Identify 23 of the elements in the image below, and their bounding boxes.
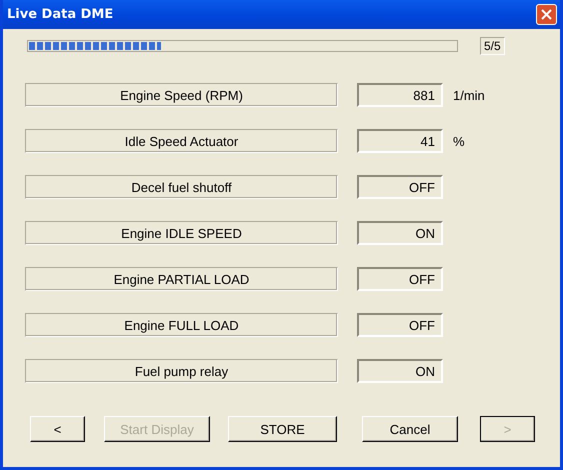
value-display: OFF: [357, 313, 443, 337]
parameter-label: Idle Speed Actuator: [25, 129, 338, 153]
dialog-button[interactable]: Cancel: [362, 416, 458, 442]
unit-label: %: [453, 134, 465, 148]
value-display: OFF: [357, 267, 443, 291]
page-counter: 5/5: [480, 37, 505, 55]
parameter-label: Decel fuel shutoff: [25, 175, 338, 199]
dialog-button[interactable]: <: [30, 416, 85, 442]
value-display: 41: [357, 129, 443, 153]
close-icon: [541, 9, 552, 20]
parameter-label: Engine PARTIAL LOAD: [25, 267, 338, 291]
parameter-label: Engine FULL LOAD: [25, 313, 338, 337]
value-display: ON: [357, 221, 443, 245]
unit-label: 1/min: [453, 88, 485, 102]
value-display: 881: [357, 83, 443, 107]
parameter-label: Fuel pump relay: [25, 359, 338, 383]
parameter-label: Engine IDLE SPEED: [25, 221, 338, 245]
window-title: Live Data DME: [7, 7, 114, 22]
close-button[interactable]: [536, 4, 557, 25]
dialog-button[interactable]: STORE: [228, 416, 337, 442]
value-display: ON: [357, 359, 443, 383]
value-display: OFF: [357, 175, 443, 199]
parameter-label: Engine Speed (RPM): [25, 83, 338, 107]
